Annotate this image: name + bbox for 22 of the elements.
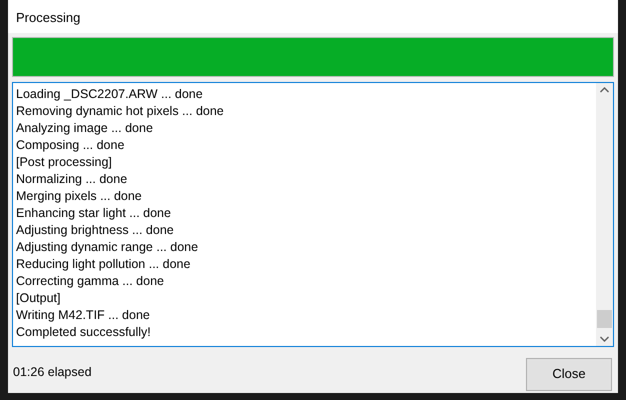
log-line: Adjusting brightness ... done — [16, 222, 174, 239]
close-button[interactable]: Close — [526, 358, 612, 390]
scroll-up-icon[interactable] — [600, 87, 609, 93]
log-line: Writing M42.TIF ... done — [16, 307, 150, 324]
scroll-thumb[interactable] — [597, 310, 612, 328]
log-line: Analyzing image ... done — [16, 120, 153, 137]
log-line: [Post processing] — [16, 154, 112, 171]
log-line: Normalizing ... done — [16, 171, 128, 188]
log-line: Composing ... done — [16, 137, 124, 154]
window-title: Processing — [8, 0, 618, 33]
log-line: Reducing light pollution ... done — [16, 256, 190, 273]
log-line: Removing dynamic hot pixels ... done — [16, 103, 224, 120]
elapsed-time: 01:26 elapsed — [13, 364, 92, 381]
log-line: Enhancing star light ... done — [16, 205, 171, 222]
log-line: Loading _DSC2207.ARW ... done — [16, 86, 203, 103]
log-line: Correcting gamma ... done — [16, 273, 164, 290]
scroll-down-icon[interactable] — [600, 336, 609, 342]
log-line: Completed successfully! — [16, 324, 151, 341]
log-line: Merging pixels ... done — [16, 188, 142, 205]
scrollbar[interactable] — [596, 83, 613, 346]
log-line: Adjusting dynamic range ... done — [16, 239, 198, 256]
log-line: [Output] — [16, 290, 60, 307]
